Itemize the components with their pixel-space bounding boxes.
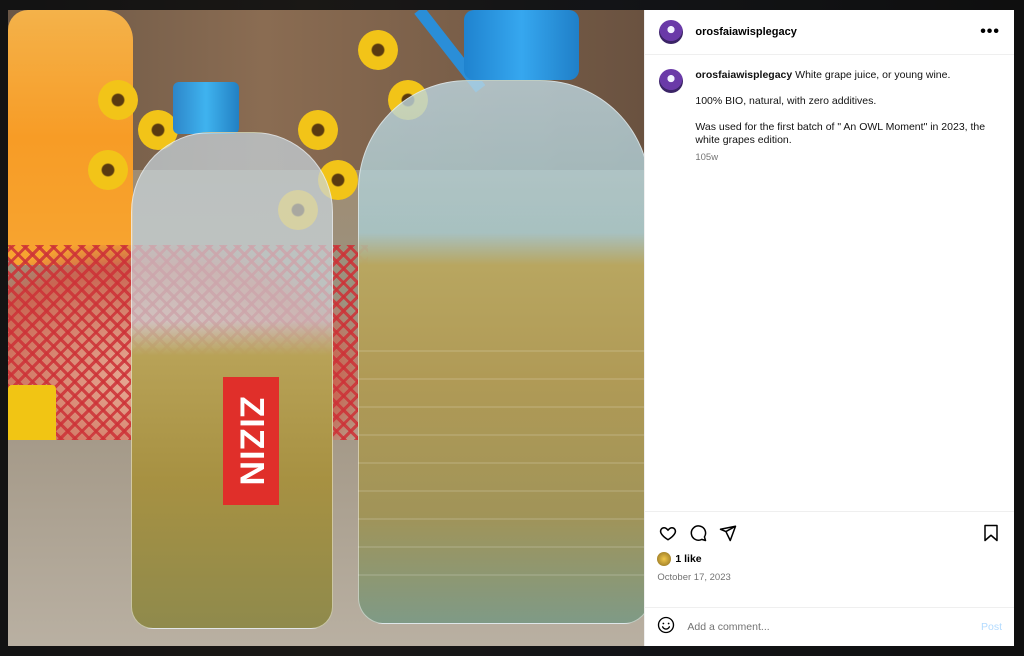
caption-line-2: 100% BIO, natural, with zero additives.: [695, 95, 877, 107]
big-bottle-ribs: [358, 350, 645, 590]
post-header: orosfaiawisplegacy •••: [645, 10, 1014, 55]
caption-line-3: Was used for the first batch of " An OWL…: [695, 121, 986, 146]
post-date: October 17, 2023: [657, 572, 731, 583]
post-side-panel: orosfaiawisplegacy ••• orosfaiawisplegac…: [644, 10, 1014, 646]
caption-section: orosfaiawisplegacy White grape juice, or…: [645, 55, 1014, 511]
caption-age[interactable]: 105w: [695, 151, 1000, 164]
big-bottle-cap: [464, 10, 579, 80]
comment-input[interactable]: [685, 620, 981, 634]
photo-big-bottle: [358, 10, 645, 624]
header-username[interactable]: orosfaiawisplegacy: [695, 26, 980, 38]
post-modal: ZIZIN orosfaiawisplegacy ••• orosfaiawis…: [8, 10, 1014, 646]
comment-bar: Post: [645, 607, 1014, 646]
caption-username[interactable]: orosfaiawisplegacy: [695, 69, 792, 81]
emoji-icon[interactable]: [657, 616, 675, 639]
caption-avatar[interactable]: [659, 69, 684, 93]
liker-avatar[interactable]: [657, 552, 672, 566]
heart-icon[interactable]: [657, 522, 679, 544]
likes-row[interactable]: 1 like: [657, 552, 1002, 566]
comment-icon[interactable]: [687, 522, 709, 544]
share-icon[interactable]: [717, 522, 739, 544]
small-bottle-label: ZIZIN: [223, 377, 279, 505]
avatar[interactable]: [659, 20, 684, 44]
bookmark-icon[interactable]: [980, 522, 1002, 544]
post-photo[interactable]: ZIZIN: [8, 10, 645, 646]
caption-line-1: White grape juice, or young wine.: [795, 69, 951, 81]
photo-small-bottle: ZIZIN: [131, 82, 333, 629]
action-icons: [657, 522, 1002, 544]
post-comment-button[interactable]: Post: [981, 621, 1002, 633]
likes-count[interactable]: 1 like: [675, 553, 701, 565]
more-options-icon[interactable]: •••: [980, 23, 1000, 41]
small-bottle-cap: [173, 82, 239, 134]
actions-section: 1 like October 17, 2023: [645, 511, 1014, 607]
caption-text: orosfaiawisplegacy White grape juice, or…: [695, 69, 1000, 164]
